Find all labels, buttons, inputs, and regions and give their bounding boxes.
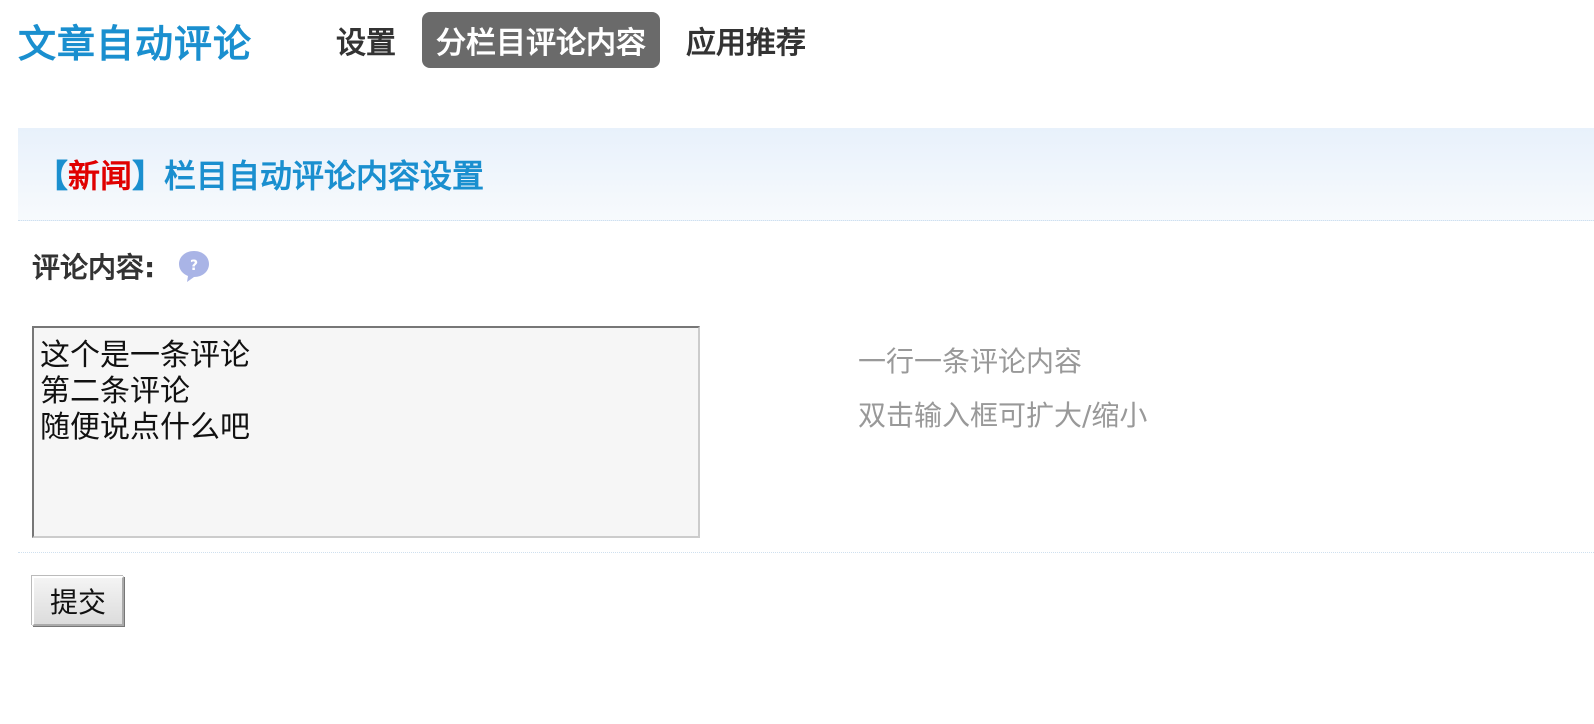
hint-one-per-line: 一行一条评论内容 [858, 345, 1083, 378]
category-name: 新闻 [68, 157, 133, 195]
svg-text:?: ? [190, 258, 198, 274]
section-title: 【新闻】栏目自动评论内容设置 [36, 151, 484, 197]
app-title: 文章自动评论 [18, 21, 253, 66]
bracket-close: 】 [132, 157, 165, 195]
help-bubble-icon[interactable]: ? [177, 249, 211, 283]
nav-tabs: 设置 分栏目评论内容 应用推荐 [322, 12, 832, 68]
bracket-open: 【 [36, 157, 69, 195]
top-bar: 文章自动评论 设置 分栏目评论内容 应用推荐 [18, 12, 832, 68]
comment-textarea[interactable]: 这个是一条评论 第二条评论 随便说点什么吧 [32, 326, 700, 538]
tab-app-recommendations[interactable]: 应用推荐 [672, 12, 820, 68]
comment-label: 评论内容: [32, 251, 156, 284]
comment-label-row: 评论内容: ? [32, 246, 211, 286]
section-header: 【新闻】栏目自动评论内容设置 [18, 128, 1594, 221]
hint-double-click-resize: 双击输入框可扩大/缩小 [858, 399, 1148, 432]
submit-button[interactable]: 提交 [32, 576, 124, 626]
tab-category-comments[interactable]: 分栏目评论内容 [422, 12, 661, 68]
divider [18, 552, 1594, 553]
section-title-text: 栏目自动评论内容设置 [164, 157, 485, 195]
tab-settings[interactable]: 设置 [322, 12, 410, 68]
